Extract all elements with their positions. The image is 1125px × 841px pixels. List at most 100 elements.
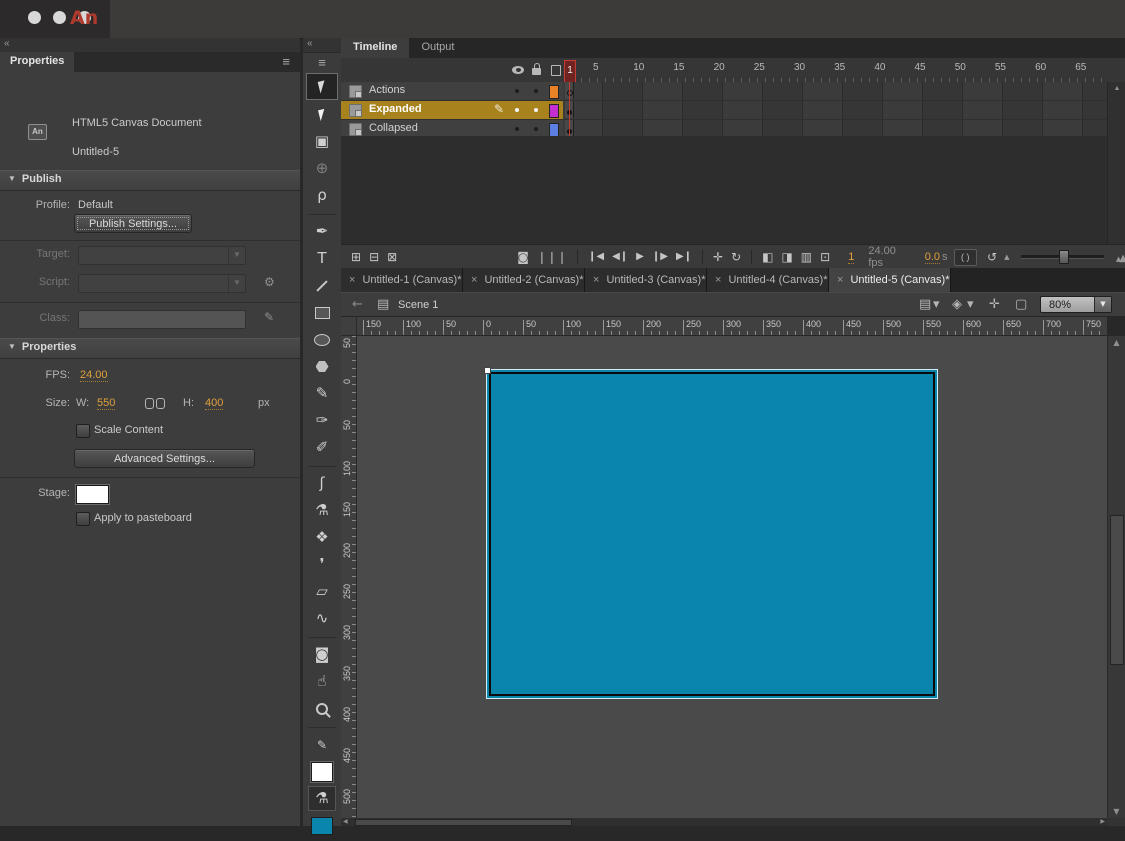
script-dropdown[interactable]: ▼ bbox=[78, 274, 246, 293]
stage-zoom-select[interactable]: 80% ▼ bbox=[1040, 296, 1112, 313]
vertical-scrollbar[interactable]: ▲ ▼ bbox=[1107, 336, 1125, 818]
delete-layer-icon[interactable]: ⊠ bbox=[387, 251, 397, 263]
layer-color-swatch[interactable] bbox=[549, 85, 559, 99]
bone-tool[interactable]: ʃ bbox=[307, 472, 337, 495]
scroll-right-icon[interactable]: ▶ bbox=[1100, 818, 1105, 825]
oval-tool[interactable] bbox=[307, 328, 337, 351]
playhead[interactable]: 1 bbox=[564, 60, 576, 83]
link-width-height-icon[interactable] bbox=[145, 398, 165, 409]
close-tab-icon[interactable] bbox=[349, 274, 355, 286]
divider[interactable] bbox=[308, 214, 336, 215]
layer-name[interactable]: Collapsed bbox=[369, 122, 418, 134]
document-name[interactable]: Untitled-5 bbox=[72, 146, 119, 158]
layer-info[interactable]: Expanded bbox=[341, 101, 563, 119]
width-value[interactable]: 550 bbox=[97, 397, 115, 410]
3d-rotation-tool[interactable]: ⊕ bbox=[307, 157, 337, 180]
line-tool[interactable] bbox=[307, 274, 337, 297]
modify-markers-icon[interactable]: ⊡ bbox=[820, 251, 830, 263]
layer-frames-track[interactable] bbox=[563, 101, 1125, 119]
layer-visibility-dot[interactable] bbox=[515, 108, 519, 112]
ink-bottle-tool[interactable]: ❖ bbox=[307, 526, 337, 549]
scroll-up-icon[interactable]: ▲ bbox=[1108, 338, 1125, 347]
timeline-layer-row[interactable]: Expanded bbox=[341, 101, 1125, 120]
collapse-panel-icon[interactable]: « bbox=[4, 38, 9, 49]
layer-name[interactable]: Expanded bbox=[369, 103, 422, 115]
zoom-out-frames-icon[interactable]: ▲ bbox=[1004, 253, 1009, 261]
stage-rectangle[interactable] bbox=[487, 370, 937, 698]
outline-all-layers-icon[interactable] bbox=[551, 65, 561, 76]
center-frame-icon[interactable]: ✛ bbox=[713, 251, 723, 263]
camera-tool[interactable]: ◙ bbox=[307, 643, 337, 666]
collapse-toolbar-icon[interactable]: « bbox=[307, 38, 312, 49]
frame-ruler[interactable]: 5101520253035404550556065 bbox=[593, 62, 1115, 73]
edit-multiple-frames-icon[interactable]: ▥ bbox=[801, 251, 812, 263]
frame-size-slider[interactable] bbox=[1021, 255, 1104, 259]
center-stage-icon[interactable]: ✛ bbox=[989, 297, 1000, 312]
edit-symbols-arrow-icon[interactable]: ▾ bbox=[967, 297, 974, 312]
free-transform-tool[interactable]: ▣ bbox=[307, 130, 337, 153]
pen-tool[interactable]: ✒ bbox=[307, 220, 337, 243]
go-to-last-frame-icon[interactable]: ▶❙ bbox=[676, 252, 692, 262]
back-arrow-icon[interactable]: ← bbox=[352, 297, 363, 312]
lock-all-layers-icon[interactable] bbox=[532, 68, 541, 75]
properties-section-header[interactable]: ▼Properties bbox=[0, 338, 300, 359]
close-button[interactable] bbox=[28, 11, 41, 24]
selection-handle[interactable] bbox=[484, 367, 491, 374]
scroll-down-icon[interactable]: ▼ bbox=[1108, 807, 1125, 816]
stroke-color-pencil-icon[interactable]: ✎ bbox=[307, 733, 337, 756]
minimize-button[interactable] bbox=[53, 11, 66, 24]
class-edit-pencil-icon[interactable]: ✎ bbox=[264, 310, 274, 324]
publish-section-header[interactable]: ▼Publish bbox=[0, 170, 300, 191]
close-tab-icon[interactable] bbox=[837, 274, 843, 286]
horizontal-scrollbar[interactable]: ◀ ▶ bbox=[341, 818, 1107, 826]
close-tab-icon[interactable] bbox=[593, 274, 599, 286]
go-to-first-frame-icon[interactable]: ❙◀ bbox=[588, 252, 604, 262]
eraser-tool[interactable]: ▱ bbox=[307, 580, 337, 603]
zoom-in-frames-icon[interactable]: ▲▲ bbox=[1116, 251, 1125, 264]
subselection-tool[interactable] bbox=[307, 103, 337, 126]
layer-visibility-dot[interactable] bbox=[515, 127, 519, 131]
scale-content-checkbox[interactable] bbox=[76, 424, 90, 438]
edit-scene-arrow-icon[interactable]: ▾ bbox=[933, 297, 940, 312]
stroke-color-swatch[interactable] bbox=[307, 760, 337, 783]
step-back-icon[interactable]: ◀❙ bbox=[612, 252, 628, 262]
publish-settings-button[interactable]: Publish Settings... bbox=[74, 214, 192, 233]
polystar-tool[interactable] bbox=[307, 355, 337, 378]
rectangle-tool[interactable] bbox=[307, 301, 337, 324]
class-input[interactable] bbox=[78, 310, 246, 329]
layer-visibility-dot[interactable] bbox=[515, 89, 519, 93]
fill-color-bucket-icon[interactable]: ⚗ bbox=[309, 787, 335, 810]
zoom-dropdown-arrow-icon[interactable]: ▼ bbox=[1094, 297, 1111, 312]
show-layer-depth-icon[interactable]: ❘❘❘ bbox=[537, 251, 567, 263]
horizontal-scroll-thumb[interactable] bbox=[355, 819, 572, 826]
reset-timeline-zoom-icon[interactable]: ↺ bbox=[987, 251, 997, 263]
close-tab-icon[interactable] bbox=[715, 274, 721, 286]
toolbar-menu-icon[interactable]: ≡ bbox=[303, 55, 341, 70]
stage-color-swatch[interactable] bbox=[76, 485, 109, 504]
step-forward-icon[interactable]: ❙▶ bbox=[652, 252, 668, 262]
layer-frames-track[interactable] bbox=[563, 82, 1125, 100]
layer-color-swatch[interactable] bbox=[549, 123, 559, 137]
document-tab[interactable]: Untitled-5 (Canvas)* bbox=[829, 268, 951, 292]
advanced-settings-button[interactable]: Advanced Settings... bbox=[74, 449, 255, 468]
document-tab[interactable]: Untitled-1 (Canvas)* bbox=[341, 268, 463, 292]
play-icon[interactable]: ▶ bbox=[636, 252, 644, 262]
panel-menu-icon[interactable]: ≡ bbox=[282, 54, 290, 69]
layer-lock-dot[interactable] bbox=[534, 127, 538, 131]
scroll-up-icon[interactable]: ▲ bbox=[1114, 85, 1121, 92]
document-tab[interactable]: Untitled-4 (Canvas)* bbox=[707, 268, 829, 292]
script-wrench-icon[interactable]: ⚙ bbox=[264, 275, 275, 289]
document-tab[interactable]: Untitled-2 (Canvas)* bbox=[463, 268, 585, 292]
onion-skin-icon[interactable]: ◧ bbox=[762, 251, 773, 263]
new-folder-icon[interactable]: ⊟ bbox=[369, 251, 379, 263]
stage-pasteboard[interactable] bbox=[357, 336, 1107, 818]
timeline-scrollbar[interactable]: ▲ bbox=[1107, 82, 1125, 247]
divider[interactable] bbox=[308, 727, 336, 728]
selection-tool[interactable] bbox=[307, 74, 337, 99]
paint-bucket-tool[interactable]: ⚗ bbox=[307, 499, 337, 522]
height-value[interactable]: 400 bbox=[205, 397, 223, 410]
divider[interactable] bbox=[308, 466, 336, 467]
clip-content-outside-stage-icon[interactable]: ▢ bbox=[1015, 297, 1027, 312]
scene-name[interactable]: Scene 1 bbox=[398, 299, 438, 311]
elapsed-time-value[interactable]: 0.0 bbox=[925, 251, 940, 264]
